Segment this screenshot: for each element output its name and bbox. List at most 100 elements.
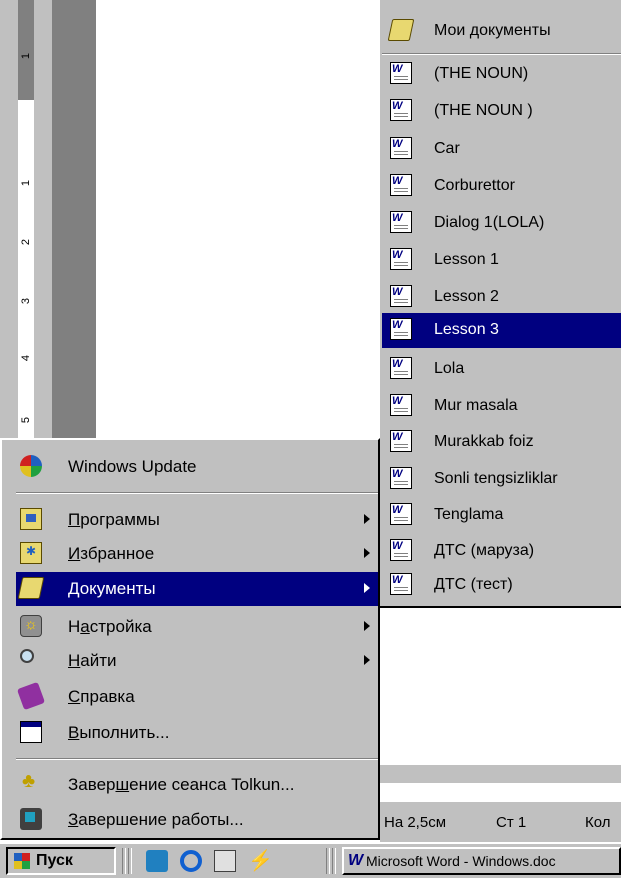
show-desktop-icon[interactable]: [146, 850, 168, 872]
ruler-number: 5: [20, 416, 32, 424]
programs-folder-icon: [20, 508, 42, 530]
word-app-icon: W: [348, 852, 364, 869]
menu-item-label: Программы: [68, 510, 160, 529]
menu-item-favorites[interactable]: Избранное: [16, 537, 378, 571]
submenu-item-file[interactable]: Tenglama: [382, 498, 621, 533]
submenu-item-label: Lesson 3: [434, 321, 499, 338]
submenu-item-label: Tenglama: [434, 506, 504, 523]
submenu-item-label: Car: [434, 140, 460, 157]
menu-item-help[interactable]: Справка: [16, 680, 378, 714]
submenu-item-file[interactable]: Dialog 1(LOLA): [382, 206, 621, 241]
ruler-number: 1: [20, 52, 32, 60]
submenu-item-file-selected[interactable]: Lesson 3: [382, 313, 621, 348]
menu-item-label: Документы: [68, 579, 156, 598]
submenu-item-label: ДТС (тест): [434, 576, 513, 593]
taskbar-window-label: Microsoft Word - Windows.doc: [366, 853, 556, 869]
menu-item-run[interactable]: Выполнить...: [16, 716, 378, 750]
status-column: Кол: [585, 814, 611, 831]
taskbar-word-window[interactable]: W Microsoft Word - Windows.doc: [342, 847, 621, 875]
search-icon: [20, 649, 34, 663]
submenu-item-label: Lola: [434, 360, 465, 377]
submenu-item-file[interactable]: Corburettor: [382, 169, 621, 204]
submenu-item-label: Lesson 1: [434, 251, 499, 268]
menu-item-label: Выполнить...: [68, 723, 170, 742]
submenu-item-file[interactable]: ДТС (маруза): [382, 534, 621, 569]
menu-item-shutdown[interactable]: Завершение работы...: [16, 803, 378, 837]
word-document-icon: [390, 394, 412, 416]
submenu-item-file[interactable]: (THE NOUN): [382, 57, 621, 92]
ruler-number: 3: [20, 297, 32, 305]
submenu-arrow-icon: [364, 548, 370, 558]
submenu-arrow-icon: [364, 655, 370, 665]
submenu-item-file[interactable]: Mur masala: [382, 389, 621, 424]
word-document-icon: [390, 99, 412, 121]
menu-separator: [16, 492, 378, 494]
start-button-label: Пуск: [36, 852, 73, 869]
ruler-number: 1: [20, 179, 32, 187]
submenu-item-my-documents[interactable]: Мои документы: [382, 14, 621, 49]
word-status-bar: На 2,5см Ст 1 Кол: [380, 802, 621, 842]
word-document-icon: [390, 285, 412, 307]
word-document-icon: [390, 573, 412, 595]
ruler-number: 2: [20, 238, 32, 246]
taskbar-separator: [326, 848, 330, 874]
word-document-icon: [390, 430, 412, 452]
menu-item-logoff[interactable]: Завершение сеанса Tolkun...: [16, 768, 378, 802]
submenu-arrow-icon: [364, 621, 370, 631]
menu-item-windows-update[interactable]: Windows Update: [16, 450, 378, 484]
settings-icon: [20, 615, 42, 637]
submenu-item-file[interactable]: ДТС (тест): [382, 568, 621, 603]
ruler-labels: 1 1 2 3 4 5: [0, 0, 52, 470]
start-button[interactable]: Пуск: [6, 847, 116, 875]
documents-submenu: Мои документы (THE NOUN) (THE NOUN ) Car…: [378, 0, 621, 608]
submenu-item-label: Murakkab foiz: [434, 433, 534, 450]
submenu-item-label: Sonli tengsizliklar: [434, 470, 558, 487]
menu-item-documents[interactable]: Документы: [16, 572, 378, 606]
taskbar-separator: [332, 848, 336, 874]
status-line: Ст 1: [496, 814, 527, 831]
submenu-item-file[interactable]: Car: [382, 132, 621, 167]
submenu-item-file[interactable]: Lesson 1: [382, 243, 621, 278]
open-folder-icon: [387, 19, 415, 41]
submenu-item-label: Lesson 2: [434, 288, 499, 305]
submenu-arrow-icon: [364, 514, 370, 524]
menu-item-programs[interactable]: Программы: [16, 503, 378, 537]
word-document-icon: [390, 503, 412, 525]
menu-item-label: Найти: [68, 651, 117, 670]
submenu-item-file[interactable]: Sonli tengsizliklar: [382, 462, 621, 497]
taskbar-separator: [128, 848, 132, 874]
word-document-icon: [390, 211, 412, 233]
horizontal-scrollbar[interactable]: [380, 764, 621, 783]
word-document-icon: [390, 357, 412, 379]
menu-item-label: Завершение работы...: [68, 810, 244, 829]
submenu-item-file[interactable]: (THE NOUN ): [382, 94, 621, 129]
submenu-item-label: Mur masala: [434, 397, 518, 414]
word-document-icon: [390, 539, 412, 561]
outlook-express-icon[interactable]: [214, 850, 236, 872]
status-position: На 2,5см: [384, 814, 447, 831]
ruler-number: 4: [20, 354, 32, 362]
windows-update-icon: [20, 455, 42, 477]
submenu-arrow-icon: [364, 583, 370, 593]
menu-item-label: Windows Update: [68, 457, 197, 476]
channels-icon[interactable]: ⚡: [248, 850, 273, 872]
help-book-icon: [16, 681, 46, 711]
submenu-item-label: Corburettor: [434, 177, 515, 194]
menu-item-find[interactable]: Найти: [16, 644, 378, 678]
internet-explorer-icon[interactable]: [180, 850, 202, 872]
menu-separator: [16, 758, 378, 760]
word-document-icon: [390, 137, 412, 159]
shutdown-icon: [20, 808, 42, 830]
submenu-separator: [382, 53, 621, 55]
word-document-icon: [390, 62, 412, 84]
menu-item-label: Настройка: [68, 617, 152, 636]
menu-item-settings[interactable]: Настройка: [16, 610, 378, 644]
submenu-item-file[interactable]: Lola: [382, 352, 621, 387]
submenu-item-file[interactable]: Murakkab foiz: [382, 425, 621, 460]
word-document-icon: [390, 467, 412, 489]
menu-item-label: Справка: [68, 687, 135, 706]
submenu-item-file[interactable]: Lesson 2: [382, 280, 621, 315]
windows-logo-icon: [14, 853, 30, 869]
word-document-icon: [390, 318, 412, 340]
start-menu: Windows Update Программы Избранное Докум…: [0, 438, 380, 840]
